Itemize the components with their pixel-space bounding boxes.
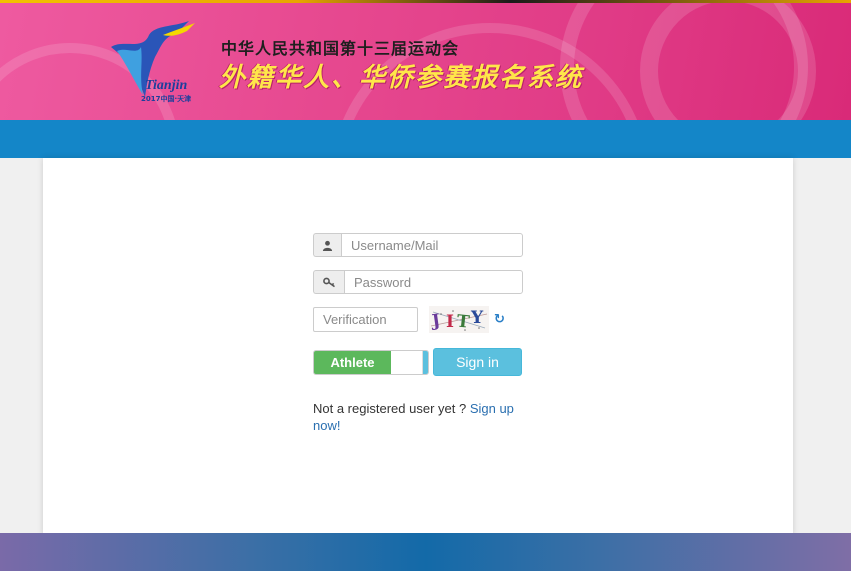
login-card (43, 158, 793, 535)
banner-swirl (640, 3, 816, 120)
register-prompt-text: Not a registered user yet ? (313, 401, 470, 416)
password-input[interactable] (344, 270, 523, 294)
logo-year: 2017中国·天津 (141, 94, 191, 103)
games-logo: Tianjin 2017中国·天津 (111, 21, 195, 103)
key-icon (313, 270, 344, 294)
header-banner: Tianjin 2017中国·天津 中华人民共和国第十三届运动会 外籍华人、华侨… (0, 3, 851, 120)
svg-text:T: T (456, 311, 471, 332)
toggle-knob (391, 351, 423, 374)
username-group (313, 233, 523, 257)
refresh-icon[interactable]: ↻ (494, 311, 505, 327)
logo-wordmark: Tianjin (145, 78, 187, 93)
user-icon (313, 233, 341, 257)
nav-band (0, 120, 851, 158)
svg-text:Y: Y (470, 308, 484, 328)
svg-text:I: I (446, 312, 454, 332)
password-group (313, 270, 523, 294)
banner-title: 外籍华人、华侨参赛报名系统 (219, 63, 584, 93)
banner-subtitle: 中华人民共和国第十三届运动会 (221, 39, 460, 58)
verification-input[interactable] (313, 307, 418, 332)
username-input[interactable] (341, 233, 523, 257)
sign-in-button[interactable]: Sign in (433, 348, 522, 376)
user-type-label: Athlete (314, 351, 391, 374)
register-prompt: Not a registered user yet ? Sign up now! (313, 400, 528, 434)
footer-bar (0, 533, 851, 571)
user-type-toggle[interactable]: Athlete (313, 350, 429, 375)
captcha-image[interactable]: J I T Y (429, 306, 489, 333)
toggle-tail (423, 351, 428, 374)
